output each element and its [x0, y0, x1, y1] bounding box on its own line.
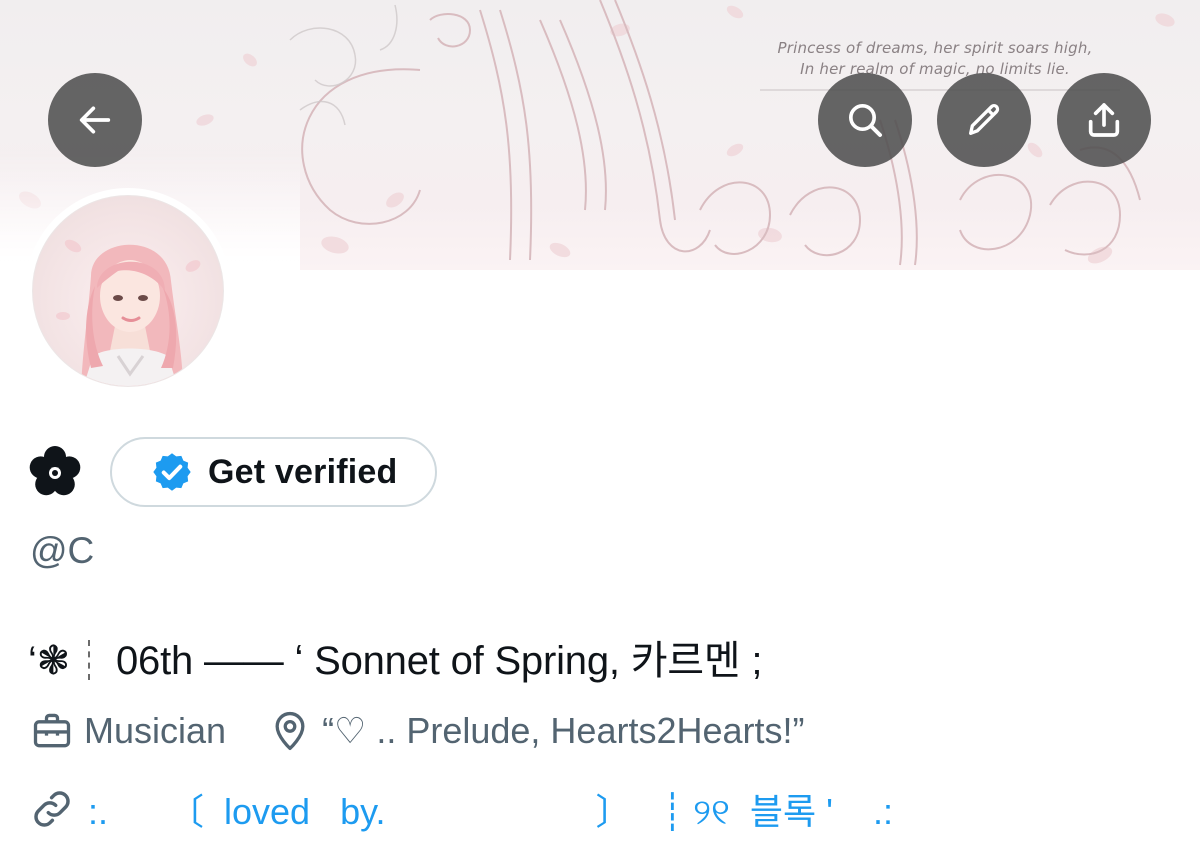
get-verified-button[interactable]: Get verified — [110, 437, 438, 507]
user-handle: @C — [30, 530, 95, 571]
profile-link[interactable]: :. 〔 loved by. 〕 ┊ ୨୧ 블록 ' .: — [30, 782, 893, 836]
edit-button[interactable] — [937, 73, 1031, 167]
banner-quote-line: Princess of dreams, her spirit soars hig… — [777, 39, 1093, 57]
avatar-frame[interactable] — [25, 188, 231, 394]
briefcase-icon — [33, 713, 71, 748]
location-label: “♡ .. Prelude, Hearts2Hearts!” — [322, 710, 805, 751]
back-button[interactable] — [48, 73, 142, 167]
flower-icon — [29, 446, 81, 496]
profession-label: Musician — [84, 710, 227, 751]
bio-divider — [88, 640, 91, 680]
location-pin-icon — [275, 711, 305, 751]
bio-text: 06th —— ʻ Sonnet of Spring, 카르멘 ; — [116, 639, 763, 683]
get-verified-label: Get verified — [208, 452, 398, 491]
verified-badge-icon — [153, 453, 191, 491]
search-button[interactable] — [818, 73, 912, 167]
banner-quote-line: In her realm of magic, no limits lie. — [800, 60, 1070, 78]
share-upload-icon — [1088, 103, 1120, 137]
avatar-portrait — [56, 239, 201, 386]
profile-bio: ‘❃ 06th —— ʻ Sonnet of Spring, 카르멘 ; — [28, 628, 763, 686]
link-icon — [34, 791, 70, 827]
arrow-left-icon — [79, 106, 111, 134]
share-button[interactable] — [1057, 73, 1151, 167]
profile-link-text[interactable]: :. 〔 loved by. 〕 ┊ ୨୧ 블록 ' .: — [88, 783, 893, 835]
display-name-row: Get verified — [28, 437, 438, 507]
location: “♡ .. Prelude, Hearts2Hearts!” — [268, 709, 805, 753]
profile-meta-row: Musician “♡ .. Prelude, Hearts2Hearts!” — [30, 704, 805, 758]
avatar[interactable] — [32, 195, 224, 387]
bio-prefix: ‘❃ — [28, 639, 71, 683]
profession: Musician — [30, 709, 226, 753]
pencil-icon — [969, 103, 1000, 135]
search-icon — [849, 104, 882, 137]
banner-quote: Princess of dreams, her spirit soars hig… — [760, 38, 1110, 80]
